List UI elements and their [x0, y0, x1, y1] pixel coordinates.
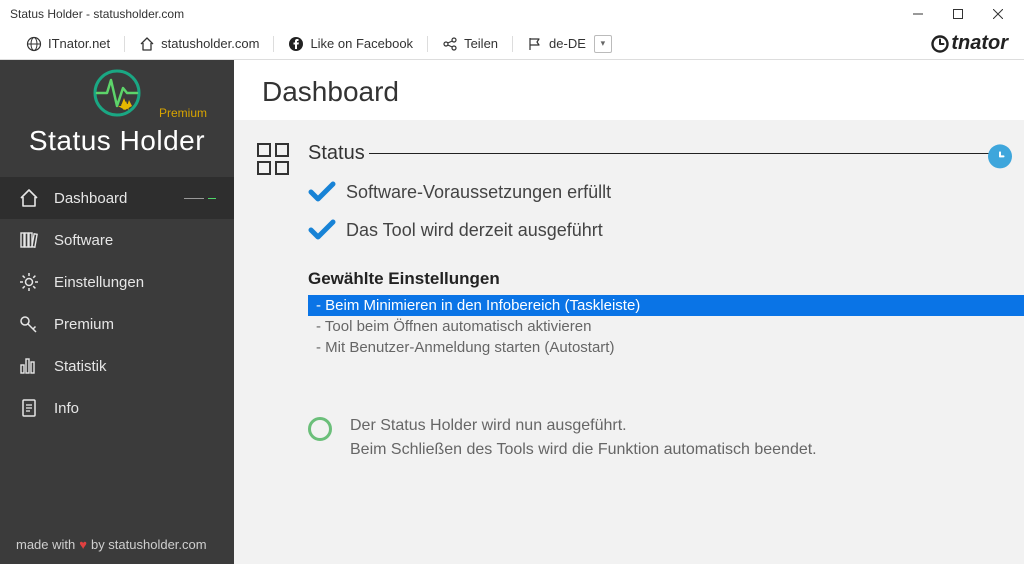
globe-icon — [26, 36, 42, 52]
footer-text: made with — [16, 537, 75, 552]
facebook-icon — [288, 36, 304, 52]
main-body: Status Software-Voraussetzungen erfüllt … — [234, 120, 1024, 564]
brand-text: tnator — [951, 32, 1008, 55]
divider-line — [369, 153, 994, 154]
window-maximize-button[interactable] — [938, 0, 978, 28]
toolbar: ITnator.net statusholder.com Like on Fac… — [0, 28, 1024, 60]
sidebar-item-premium[interactable]: Premium — [0, 303, 234, 345]
sidebar-item-label: Premium — [54, 316, 114, 333]
home-icon — [18, 187, 40, 209]
sidebar-item-label: Dashboard — [54, 190, 127, 207]
status-check-label: Das Tool wird derzeit ausgeführt — [346, 220, 603, 241]
clock-icon — [931, 35, 949, 53]
status-check-row: Das Tool wird derzeit ausgeführt — [308, 219, 1024, 241]
sidebar-item-label: Statistik — [54, 358, 107, 375]
toolbar-link-label: ITnator.net — [48, 36, 110, 51]
settings-list-item[interactable]: - Tool beim Öffnen automatisch aktiviere… — [308, 316, 1024, 337]
share-icon — [442, 36, 458, 52]
toolbar-link-statusholder[interactable]: statusholder.com — [125, 28, 273, 59]
key-icon — [18, 313, 40, 335]
check-icon — [308, 181, 336, 203]
books-icon — [18, 229, 40, 251]
toolbar-language-label: de-DE — [549, 36, 586, 51]
page-title: Dashboard — [234, 60, 1024, 120]
chevron-down-icon[interactable]: ▾ — [594, 35, 612, 53]
gear-icon — [18, 271, 40, 293]
settings-list-item[interactable]: - Mit Benutzer-Anmeldung starten (Autost… — [308, 337, 1024, 358]
window-titlebar: Status Holder - statusholder.com — [0, 0, 1024, 28]
status-check-label: Software-Voraussetzungen erfüllt — [346, 182, 611, 203]
check-icon — [308, 219, 336, 241]
circle-icon — [308, 417, 332, 441]
premium-badge: Premium — [159, 106, 207, 120]
toolbar-link-label: statusholder.com — [161, 36, 259, 51]
active-indicator — [184, 198, 216, 199]
settings-list: - Beim Minimieren in den Infobereich (Ta… — [308, 295, 1024, 358]
running-status: Der Status Holder wird nun ausgeführt. B… — [308, 414, 1024, 462]
bars-icon — [18, 355, 40, 377]
app-name: Status Holder — [0, 125, 234, 157]
window-close-button[interactable] — [978, 0, 1018, 28]
status-check-row: Software-Voraussetzungen erfüllt — [308, 181, 1024, 203]
toolbar-link-itnator[interactable]: ITnator.net — [12, 28, 124, 59]
app-logo: Premium — [89, 68, 145, 118]
settings-list-item[interactable]: - Beim Minimieren in den Infobereich (Ta… — [308, 295, 1024, 316]
settings-heading: Gewählte Einstellungen — [308, 269, 1024, 289]
heart-icon: ♥ — [79, 537, 87, 552]
sidebar-item-label: Software — [54, 232, 113, 249]
sidebar-item-info[interactable]: Info — [0, 387, 234, 429]
document-icon — [18, 397, 40, 419]
window-title: Status Holder - statusholder.com — [6, 7, 898, 21]
sidebar-footer: made with ♥ by statusholder.com — [0, 525, 234, 564]
flag-icon — [527, 36, 543, 52]
toolbar-link-label: Teilen — [464, 36, 498, 51]
running-text-line: Der Status Holder wird nun ausgeführt. — [350, 414, 817, 438]
sidebar: Premium Status Holder Dashboard Software… — [0, 60, 234, 564]
sidebar-item-software[interactable]: Software — [0, 219, 234, 261]
status-heading: Status — [308, 142, 365, 165]
clock-icon — [988, 144, 1012, 168]
home-icon — [139, 36, 155, 52]
sidebar-header: Premium Status Holder — [0, 60, 234, 171]
toolbar-link-facebook[interactable]: Like on Facebook — [274, 28, 427, 59]
toolbar-link-label: Like on Facebook — [310, 36, 413, 51]
footer-text: by statusholder.com — [91, 537, 207, 552]
grid-icon — [256, 142, 290, 462]
sidebar-nav: Dashboard Software Einstellungen Premium… — [0, 177, 234, 429]
sidebar-item-settings[interactable]: Einstellungen — [0, 261, 234, 303]
window-minimize-button[interactable] — [898, 0, 938, 28]
sidebar-item-dashboard[interactable]: Dashboard — [0, 177, 234, 219]
sidebar-item-statistik[interactable]: Statistik — [0, 345, 234, 387]
sidebar-item-label: Einstellungen — [54, 274, 144, 291]
running-text-line: Beim Schließen des Tools wird die Funkti… — [350, 438, 817, 462]
toolbar-language-selector[interactable]: de-DE ▾ — [513, 28, 626, 59]
brand-logo: tnator — [931, 32, 1012, 55]
sidebar-item-label: Info — [54, 400, 79, 417]
toolbar-link-share[interactable]: Teilen — [428, 28, 512, 59]
main-panel: Dashboard Status Software-Voraussetzunge… — [234, 60, 1024, 564]
